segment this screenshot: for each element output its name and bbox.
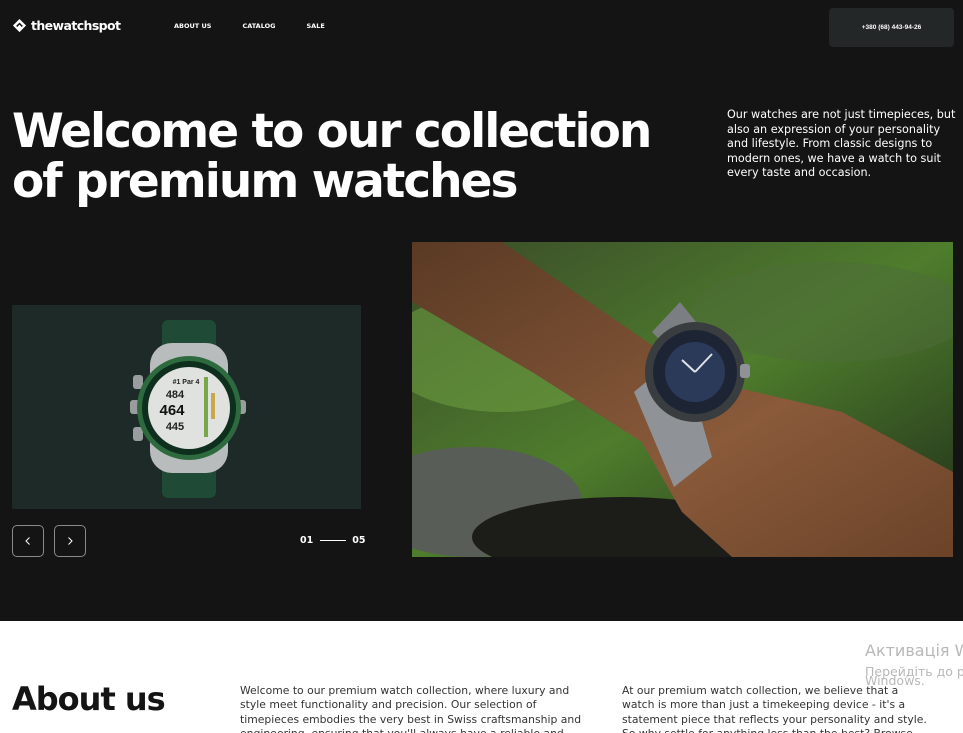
about-text-1: Welcome to our premium watch collection,… [240,684,582,733]
golf-watch-image: #1 Par 4 484 464 445 [12,305,361,509]
hero-section: thewatchspot ABOUT US CATALOG SALE +380 … [0,0,963,621]
slider-current: 01 [300,535,314,546]
watch-display-line1: #1 Par 4 [173,379,200,386]
slider-total: 05 [352,535,366,546]
windows-activation-watermark: Активація W Перейдіть до р Windows. [865,641,963,688]
brand-name: thewatchspot [31,18,121,33]
about-title: About us [12,680,166,718]
about-text-2: At our premium watch collection, we beli… [622,684,927,733]
brand-logo[interactable]: thewatchspot [12,18,121,33]
slider-next-button[interactable] [54,525,86,557]
counter-divider [320,540,347,541]
product-card-image[interactable]: #1 Par 4 484 464 445 [12,305,361,509]
nav-sale[interactable]: SALE [306,22,324,30]
phone-button[interactable]: +380 (68) 443-94-26 [829,8,954,47]
watch-display-line2: 484 [166,389,185,401]
nav-about-us[interactable]: ABOUT US [174,22,211,30]
wrist-watch-photo [412,242,953,557]
hero-main-image [412,242,953,557]
chevron-right-icon [68,537,73,545]
activation-title: Активація W [865,641,963,660]
main-nav: ABOUT US CATALOG SALE [174,22,325,30]
watch-display-line3: 464 [159,402,185,419]
hero-headline: Welcome to our collection of premium wat… [12,104,652,209]
nav-catalog[interactable]: CATALOG [242,22,275,30]
hero-intro: Our watches are not just timepieces, but… [727,108,956,180]
slider-prev-button[interactable] [12,525,44,557]
slider-counter: 01 05 [300,535,365,546]
chevron-left-icon [25,537,30,545]
logo-mark-icon [12,18,27,33]
watch-display-line4: 445 [166,421,184,433]
